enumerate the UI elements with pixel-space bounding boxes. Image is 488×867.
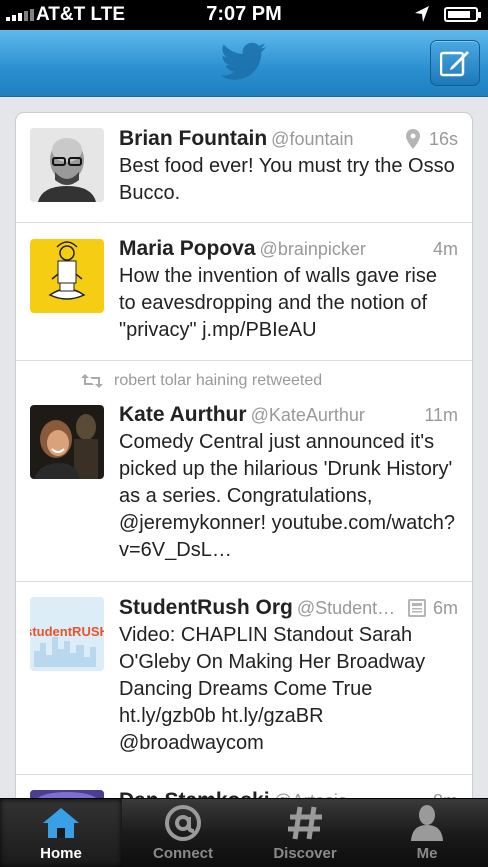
tweet[interactable]: Brian Fountain @fountain 16s Best food ev… bbox=[16, 113, 472, 223]
media-icon bbox=[408, 599, 426, 617]
tweet[interactable]: robert tolar haining retweeted Kate Aurt… bbox=[16, 361, 472, 582]
compose-icon bbox=[440, 51, 469, 77]
tweet-timestamp: 11m bbox=[424, 405, 458, 425]
tweet-text: Video: CHAPLIN Standout Sarah O'Gleby On… bbox=[119, 624, 426, 754]
tweet-text: How the invention of walls gave rise to … bbox=[119, 265, 437, 341]
battery-icon bbox=[444, 7, 481, 22]
tab-bar: Home Connect Discover Me bbox=[0, 798, 488, 867]
status-bar: AT&T LTE 7:07 PM bbox=[0, 0, 488, 30]
tab-home[interactable]: Home bbox=[0, 799, 122, 867]
avatar[interactable] bbox=[30, 128, 104, 202]
avatar[interactable]: studentRUSH bbox=[30, 597, 104, 671]
avatar[interactable] bbox=[30, 405, 104, 479]
retweet-icon bbox=[81, 374, 103, 388]
person-icon bbox=[411, 805, 443, 841]
retweet-indicator: robert tolar haining retweeted bbox=[80, 372, 322, 390]
twitter-bird-icon bbox=[220, 42, 266, 80]
location-pin-icon bbox=[406, 129, 420, 149]
timeline[interactable]: Brian Fountain @fountain 16s Best food ev… bbox=[16, 113, 472, 803]
location-arrow-icon bbox=[414, 5, 430, 29]
tweet-timestamp: 16s bbox=[428, 129, 458, 149]
compose-button[interactable] bbox=[430, 40, 480, 86]
tweet-timestamp: 4m bbox=[432, 239, 458, 259]
navigation-bar bbox=[0, 30, 488, 97]
tweet-text: Comedy Central just announced it's picke… bbox=[119, 431, 456, 561]
tab-label: Me bbox=[416, 845, 438, 862]
tweet-author-name[interactable]: Brian Fountain bbox=[119, 127, 267, 150]
avatar-logo-text: studentRUSH bbox=[30, 624, 104, 639]
tweet-author-name[interactable]: Kate Aurthur bbox=[119, 403, 247, 426]
tweet-author-handle[interactable]: @KateAurthur bbox=[251, 405, 365, 425]
tweet[interactable]: Maria Popova @brainpicker 4m How the inve… bbox=[16, 223, 472, 361]
tweet-author-handle[interactable]: @fountain bbox=[271, 129, 353, 149]
retweet-label: robert tolar haining retweeted bbox=[114, 372, 323, 389]
at-icon bbox=[165, 805, 201, 841]
tweet-text: Best food ever! You must try the Osso Bu… bbox=[119, 155, 455, 204]
tweet-author-handle[interactable]: @Student… bbox=[297, 598, 395, 618]
hashtag-icon bbox=[288, 806, 322, 840]
tweet[interactable]: studentRUSH StudentRush Org@Student… 6m … bbox=[16, 582, 472, 775]
avatar[interactable] bbox=[30, 239, 104, 313]
tab-me[interactable]: Me bbox=[366, 799, 488, 867]
tab-label: Discover bbox=[273, 845, 337, 862]
tab-label: Home bbox=[40, 845, 82, 862]
home-icon bbox=[43, 808, 79, 838]
tweet-author-name[interactable]: Maria Popova bbox=[119, 237, 256, 260]
tab-connect[interactable]: Connect bbox=[122, 799, 244, 867]
tab-label: Connect bbox=[153, 845, 213, 862]
tweet-timestamp: 6m bbox=[432, 598, 458, 618]
tweet-author-handle[interactable]: @brainpicker bbox=[260, 239, 366, 259]
tab-discover[interactable]: Discover bbox=[244, 799, 366, 867]
tweet-author-name[interactable]: StudentRush Org bbox=[119, 596, 293, 619]
